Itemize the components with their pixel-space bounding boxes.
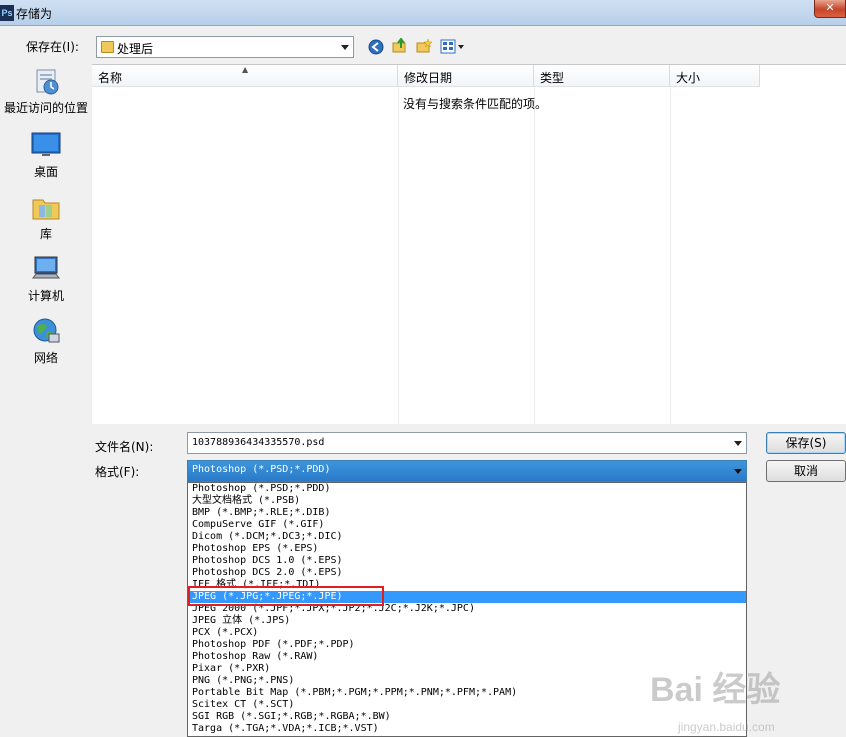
save-in-label: 保存在(I): (26, 40, 79, 54)
format-label: 格式(F): (95, 465, 140, 479)
format-value: Photoshop (*.PSD;*.PDD) (192, 464, 331, 475)
column-header-name[interactable]: 名称 ▲ (92, 65, 398, 87)
baidu-jingyan-watermark: Bai 经验 jingyan.baidu.com (650, 662, 840, 737)
column-header-size[interactable]: 大小 (670, 65, 760, 87)
format-option[interactable]: Photoshop EPS (*.EPS) (188, 543, 746, 555)
place-recent[interactable]: 最近访问的位置 (0, 66, 92, 116)
place-desktop[interactable]: 桌面 (0, 130, 92, 180)
file-list[interactable]: 名称 ▲ 修改日期 类型 大小 没有与搜索条件匹配的项。 (92, 64, 846, 425)
new-folder-icon[interactable] (416, 38, 432, 54)
file-name-field[interactable]: 103788936434335570.psd (187, 432, 747, 454)
network-icon (31, 316, 61, 346)
up-folder-icon[interactable] (392, 38, 408, 54)
format-option[interactable]: CompuServe GIF (*.GIF) (188, 519, 746, 531)
column-header-date[interactable]: 修改日期 (398, 65, 534, 87)
photoshop-app-icon: Ps (0, 5, 14, 21)
place-libraries-label: 库 (39, 227, 52, 241)
column-divider (398, 87, 399, 425)
file-name-value: 103788936434335570.psd (192, 437, 325, 448)
column-divider (534, 87, 535, 425)
cancel-button[interactable]: 取消 (766, 460, 846, 482)
watermark-url: jingyan.baidu.com (678, 720, 775, 734)
libraries-icon (31, 192, 61, 222)
format-option[interactable]: Photoshop DCS 2.0 (*.EPS) (188, 567, 746, 579)
places-bar: 最近访问的位置 桌面 库 计算机 网络 (0, 62, 92, 424)
place-libraries[interactable]: 库 (0, 192, 92, 242)
place-desktop-label: 桌面 (33, 165, 58, 179)
column-name-label: 名称 (98, 71, 123, 85)
close-button[interactable]: ✕ (814, 0, 846, 18)
computer-icon (31, 254, 61, 284)
title-bar: Ps 存储为 ✕ (0, 0, 846, 26)
window-title: 存储为 (16, 7, 53, 21)
place-network[interactable]: 网络 (0, 316, 92, 366)
save-in-value: 处理后 (117, 42, 154, 56)
folder-icon (101, 41, 114, 53)
place-computer[interactable]: 计算机 (0, 254, 92, 304)
chevron-down-icon (734, 469, 742, 474)
view-menu-icon[interactable] (440, 39, 466, 55)
watermark-brand: Bai 经验 (650, 671, 781, 709)
column-date-label: 修改日期 (404, 71, 453, 85)
column-header-type[interactable]: 类型 (534, 65, 670, 87)
format-option[interactable]: Dicom (*.DCM;*.DC3;*.DIC) (188, 531, 746, 543)
column-divider (670, 87, 671, 425)
chevron-down-icon (341, 45, 349, 50)
place-computer-label: 计算机 (27, 289, 64, 303)
empty-message: 没有与搜索条件匹配的项。 (403, 97, 548, 111)
format-option[interactable]: Photoshop DCS 1.0 (*.EPS) (188, 555, 746, 567)
desktop-icon (31, 130, 61, 160)
file-name-label: 文件名(N): (95, 440, 154, 454)
save-in-combo[interactable]: 处理后 (96, 36, 354, 58)
save-button[interactable]: 保存(S) (766, 432, 846, 454)
annotation-highlight-box (188, 586, 384, 606)
format-option[interactable]: PCX (*.PCX) (188, 627, 746, 639)
format-option[interactable]: JPEG 立体 (*.JPS) (188, 615, 746, 627)
column-size-label: 大小 (676, 71, 701, 85)
back-icon[interactable] (368, 39, 384, 55)
place-recent-label: 最近访问的位置 (3, 101, 88, 115)
place-network-label: 网络 (33, 351, 58, 365)
column-type-label: 类型 (540, 71, 565, 85)
chevron-down-icon (734, 441, 742, 446)
format-option[interactable]: Photoshop (*.PSD;*.PDD) (188, 483, 746, 495)
format-option[interactable]: Photoshop PDF (*.PDF;*.PDP) (188, 639, 746, 651)
format-option[interactable]: 大型文档格式 (*.PSB) (188, 495, 746, 507)
sort-ascending-icon: ▲ (242, 65, 249, 74)
format-select[interactable]: Photoshop (*.PSD;*.PDD) (187, 460, 747, 482)
recent-places-icon (31, 66, 61, 96)
format-option[interactable]: BMP (*.BMP;*.RLE;*.DIB) (188, 507, 746, 519)
save-as-dialog: 保存在(I): 处理后 最近访问的位置 桌面 库 计算机 网络 名称 ▲ 修改日… (0, 26, 846, 737)
